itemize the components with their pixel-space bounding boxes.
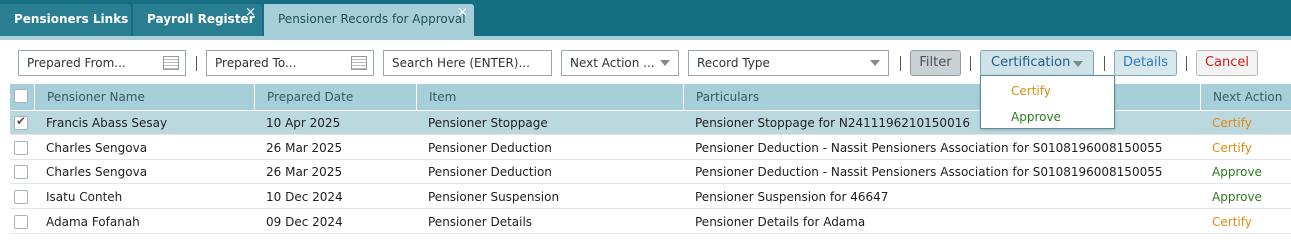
table-row[interactable]: Charles Sengova 26 Mar 2025 Pensioner De… bbox=[10, 160, 1291, 184]
tab-pensioners-links[interactable]: Pensioners Links bbox=[0, 4, 131, 36]
cell-next-action: Approve bbox=[1212, 165, 1262, 179]
cell-particulars: Pensioner Details for Adama bbox=[695, 215, 866, 229]
next-action-select[interactable]: Next Action ... bbox=[561, 50, 679, 76]
certification-label: Certification bbox=[991, 55, 1071, 70]
table-row[interactable]: Adama Fofanah 09 Dec 2024 Pensioner Deta… bbox=[10, 210, 1291, 234]
cell-particulars: Pensioner Deduction - Nassit Pensioners … bbox=[695, 165, 1163, 179]
chevron-down-icon bbox=[870, 60, 880, 66]
cell-next-action: Certify bbox=[1212, 215, 1252, 229]
search-field[interactable] bbox=[383, 50, 552, 76]
column-header-prepared-date[interactable]: Prepared Date bbox=[254, 84, 416, 110]
row-checkbox[interactable] bbox=[14, 215, 28, 229]
tab-pensioner-records-for-approval[interactable]: Pensioner Records for Approval × bbox=[264, 4, 474, 36]
tab-bar: Pensioners Links Payroll Register × Pens… bbox=[0, 0, 1291, 36]
search-input[interactable] bbox=[392, 56, 543, 70]
row-checkbox[interactable] bbox=[14, 114, 28, 130]
cell-item: Pensioner Suspension bbox=[428, 190, 560, 204]
column-header-next-action[interactable]: Next Action bbox=[1200, 84, 1291, 110]
cell-prepared-date: 09 Dec 2024 bbox=[266, 215, 343, 229]
filter-button[interactable]: Filter bbox=[910, 50, 961, 76]
row-checkbox[interactable] bbox=[14, 141, 28, 155]
divider bbox=[196, 56, 197, 71]
cell-pensioner-name: Isatu Conteh bbox=[46, 190, 123, 204]
chevron-down-icon bbox=[1073, 61, 1083, 67]
cell-item: Pensioner Deduction bbox=[428, 141, 552, 155]
record-type-select[interactable]: Record Type bbox=[688, 50, 889, 76]
column-header-pensioner-name[interactable]: Pensioner Name bbox=[34, 84, 254, 110]
cell-item: Pensioner Details bbox=[428, 215, 533, 229]
divider bbox=[1186, 56, 1187, 71]
certification-menu: Certify Approve bbox=[980, 75, 1115, 129]
row-checkbox[interactable] bbox=[14, 190, 28, 204]
cell-particulars: Pensioner Deduction - Nassit Pensioners … bbox=[695, 141, 1163, 155]
divider bbox=[970, 56, 971, 71]
chevron-down-icon bbox=[660, 60, 670, 66]
tab-label: Pensioner Records for Approval bbox=[278, 12, 466, 26]
prepared-from-field[interactable] bbox=[18, 50, 186, 76]
cell-next-action: Certify bbox=[1212, 116, 1252, 130]
cell-next-action: Approve bbox=[1212, 190, 1262, 204]
cell-pensioner-name: Francis Abass Sesay bbox=[46, 116, 168, 130]
cell-prepared-date: 10 Apr 2025 bbox=[266, 116, 341, 130]
cell-prepared-date: 26 Mar 2025 bbox=[266, 165, 343, 179]
tab-label: Payroll Register bbox=[147, 12, 255, 26]
prepared-to-input[interactable] bbox=[215, 56, 365, 70]
row-checkbox[interactable] bbox=[14, 165, 28, 179]
cell-pensioner-name: Charles Sengova bbox=[46, 165, 148, 179]
divider bbox=[900, 56, 901, 71]
calendar-icon[interactable] bbox=[351, 56, 367, 70]
details-button[interactable]: Details bbox=[1114, 50, 1177, 76]
cancel-button[interactable]: Cancel bbox=[1196, 50, 1258, 76]
close-icon[interactable]: × bbox=[245, 0, 256, 28]
tab-payroll-register[interactable]: Payroll Register × bbox=[133, 4, 262, 36]
cell-particulars: Pensioner Suspension for 46647 bbox=[695, 190, 889, 204]
cell-pensioner-name: Charles Sengova bbox=[46, 141, 148, 155]
menu-item-certify[interactable]: Certify bbox=[1011, 84, 1051, 98]
menu-item-approve[interactable]: Approve bbox=[1011, 110, 1061, 124]
cell-pensioner-name: Adama Fofanah bbox=[46, 215, 140, 229]
table-row[interactable]: Charles Sengova 26 Mar 2025 Pensioner De… bbox=[10, 136, 1291, 160]
record-type-placeholder: Record Type bbox=[697, 56, 770, 70]
calendar-icon[interactable] bbox=[163, 56, 179, 70]
divider bbox=[1104, 56, 1105, 71]
select-all-checkbox[interactable] bbox=[14, 89, 28, 103]
cell-item: Pensioner Stoppage bbox=[428, 116, 548, 130]
close-icon[interactable]: × bbox=[457, 0, 468, 28]
cell-particulars: Pensioner Stoppage for N2411196210150016 bbox=[695, 116, 970, 130]
tab-label: Pensioners Links bbox=[14, 12, 129, 26]
column-header-particulars[interactable]: Particulars bbox=[683, 84, 1200, 110]
cell-next-action: Certify bbox=[1212, 141, 1252, 155]
cell-item: Pensioner Deduction bbox=[428, 165, 552, 179]
prepared-from-input[interactable] bbox=[27, 56, 177, 70]
table-row[interactable]: Isatu Conteh 10 Dec 2024 Pensioner Suspe… bbox=[10, 185, 1291, 209]
column-header-item[interactable]: Item bbox=[416, 84, 683, 110]
cell-prepared-date: 10 Dec 2024 bbox=[266, 190, 343, 204]
next-action-placeholder: Next Action ... bbox=[570, 56, 655, 70]
cell-prepared-date: 26 Mar 2025 bbox=[266, 141, 343, 155]
prepared-to-field[interactable] bbox=[206, 50, 374, 76]
certification-button[interactable]: Certification bbox=[980, 50, 1094, 76]
